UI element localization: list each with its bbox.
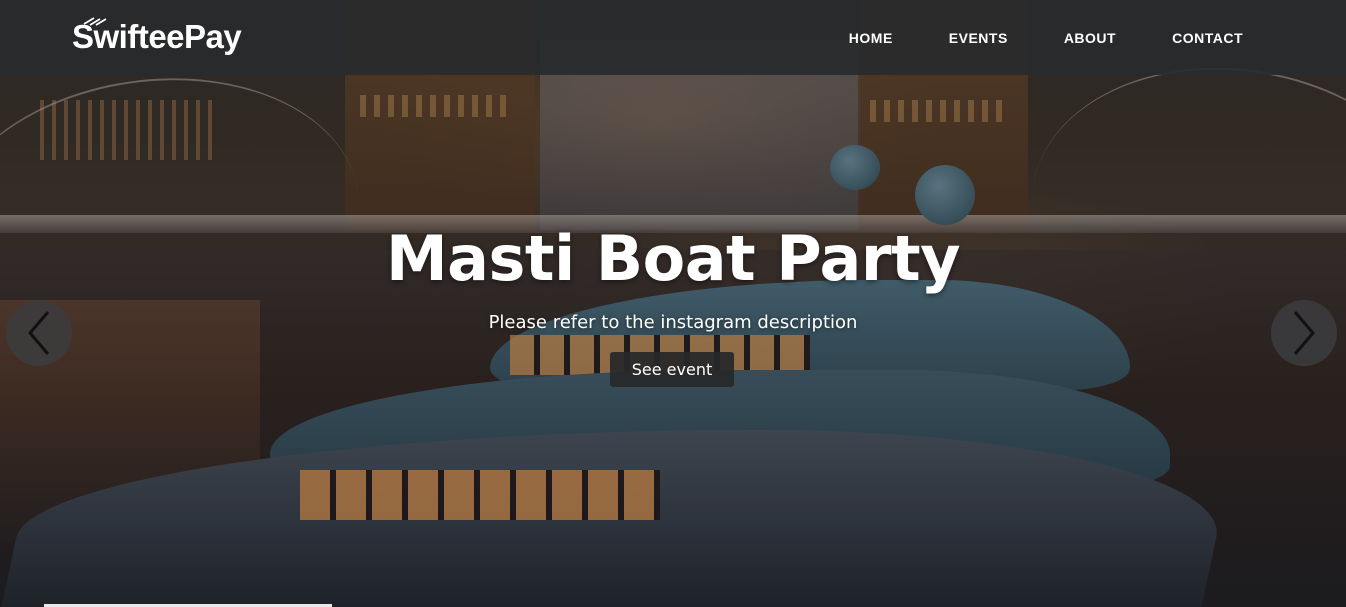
nav-home[interactable]: HOME: [849, 30, 893, 46]
brand-logo[interactable]: SwifteePay: [72, 14, 242, 60]
hero-background-image: [0, 0, 1346, 607]
navbar: SwifteePay HOME EVENTS ABOUT CONTACT: [0, 0, 1346, 75]
hero-dark-overlay: [0, 0, 1346, 607]
nav-contact[interactable]: CONTACT: [1172, 30, 1243, 46]
carousel-prev-button[interactable]: [6, 300, 72, 366]
logo-swoosh-icon: [83, 17, 107, 26]
main-nav: HOME EVENTS ABOUT CONTACT: [793, 0, 1243, 75]
hero-subtitle: Please refer to the instagram descriptio…: [488, 312, 858, 333]
nav-about[interactable]: ABOUT: [1064, 30, 1116, 46]
hero-title: Masti Boat Party: [385, 222, 961, 295]
chevron-right-icon: [1293, 311, 1315, 355]
see-event-button[interactable]: See event: [610, 352, 734, 387]
chevron-left-icon: [28, 311, 50, 355]
nav-events[interactable]: EVENTS: [949, 30, 1008, 46]
carousel-next-button[interactable]: [1271, 300, 1337, 366]
